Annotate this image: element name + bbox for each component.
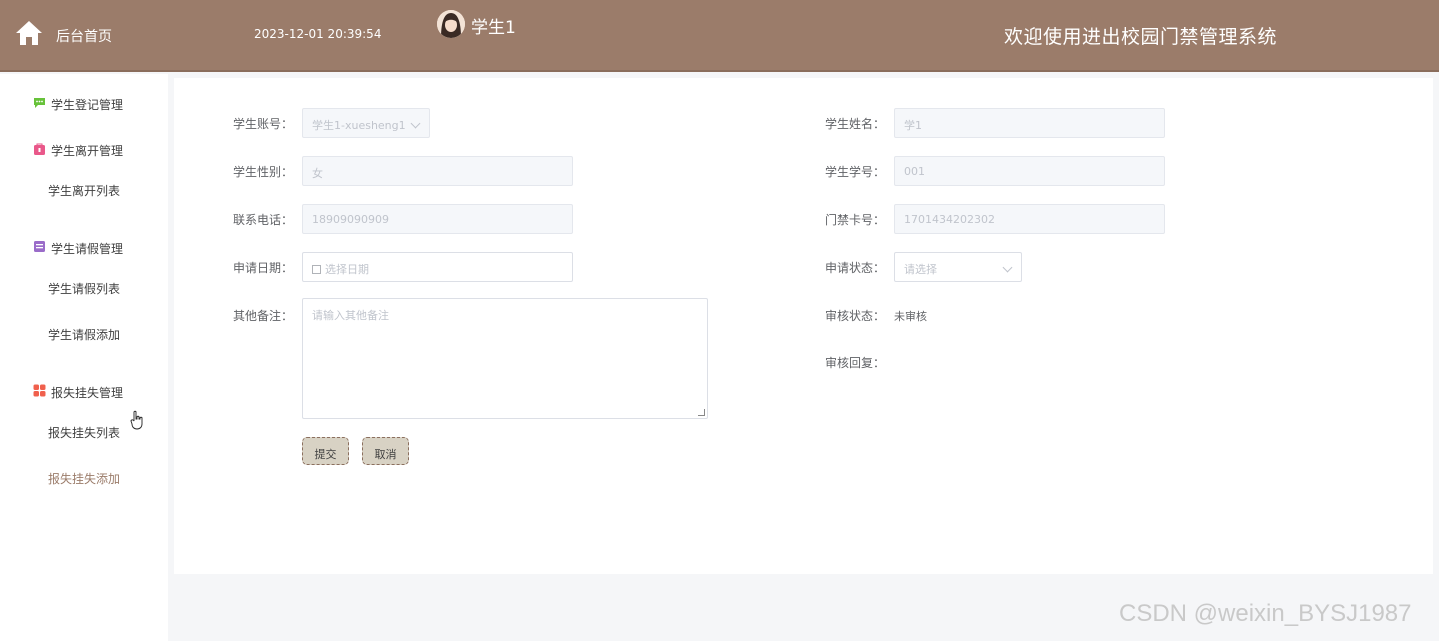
sidebar-item-student-absence-manage[interactable]: 学生请假管理 (0, 232, 168, 262)
sidebar-item-lost-report-manage[interactable]: 报失挂失管理 (0, 376, 168, 406)
chevron-down-icon (410, 118, 421, 129)
review-status-label: 审核状态： (825, 309, 886, 323)
student-account-label: 学生账号： (233, 117, 294, 131)
student-account-select[interactable]: 学生1-xuesheng1 (302, 108, 430, 138)
apply-status-select[interactable]: 请选择 (894, 252, 1022, 282)
calendar-icon (312, 265, 321, 274)
remarks-label: 其他备注： (233, 309, 294, 323)
apply-date-picker[interactable]: 选择日期 (302, 252, 573, 282)
grid-icon (33, 384, 46, 397)
avatar-image-icon (437, 10, 465, 38)
top-header: 后台首页 2023-12-01 20:39:54 学生1 欢迎使用进出校园门禁管… (0, 0, 1439, 72)
student-gender-field[interactable]: 女 (302, 156, 573, 186)
sidebar-item-student-absence-add[interactable]: 学生请假添加 (0, 318, 168, 348)
apply-status-label: 申请状态： (825, 261, 886, 275)
sidebar-item-student-register[interactable]: 学生登记管理 (0, 88, 168, 118)
bag-icon (34, 143, 45, 155)
watermark: CSDN @weixin_BYSJ1987 (1119, 600, 1412, 627)
card-number-label: 门禁卡号： (825, 213, 886, 227)
sidebar-item-lost-report-add[interactable]: 报失挂失添加 (0, 462, 168, 492)
avatar[interactable] (437, 10, 465, 38)
home-link[interactable]: 后台首页 (56, 26, 112, 46)
current-datetime: 2023-12-01 20:39:54 (254, 27, 382, 41)
student-number-label: 学生学号： (825, 165, 886, 179)
remarks-textarea[interactable]: 请输入其他备注 (302, 298, 708, 419)
cancel-button[interactable]: 取消 (362, 437, 409, 465)
box-icon (34, 241, 45, 252)
phone-field[interactable]: 18909090909 (302, 204, 573, 234)
home-icon[interactable] (14, 18, 44, 48)
apply-date-label: 申请日期： (233, 261, 294, 275)
student-name-field[interactable]: 学1 (894, 108, 1165, 138)
review-status-value: 未审核 (894, 310, 927, 323)
card-number-field[interactable]: 1701434202302 (894, 204, 1165, 234)
review-reply-label: 审核回复： (825, 356, 886, 370)
resize-handle-icon[interactable] (698, 409, 705, 416)
chevron-down-icon (1002, 262, 1013, 273)
hand-cursor-icon (130, 410, 143, 430)
student-name-label: 学生姓名： (825, 117, 886, 131)
system-title: 欢迎使用进出校园门禁管理系统 (1004, 26, 1278, 48)
student-number-field[interactable]: 001 (894, 156, 1165, 186)
username: 学生1 (471, 18, 516, 38)
submit-button[interactable]: 提交 (302, 437, 349, 465)
student-gender-label: 学生性别： (233, 165, 294, 179)
chat-icon (34, 98, 45, 108)
sidebar-item-student-leave-manage[interactable]: 学生离开管理 (0, 134, 168, 164)
sidebar: 学生登记管理 学生离开管理 学生离开列表 学生请假管理 学生请假列表 学生请假添… (0, 74, 168, 641)
sidebar-item-student-absence-list[interactable]: 学生请假列表 (0, 272, 168, 302)
phone-label: 联系电话： (233, 213, 294, 227)
sidebar-item-student-leave-list[interactable]: 学生离开列表 (0, 174, 168, 204)
